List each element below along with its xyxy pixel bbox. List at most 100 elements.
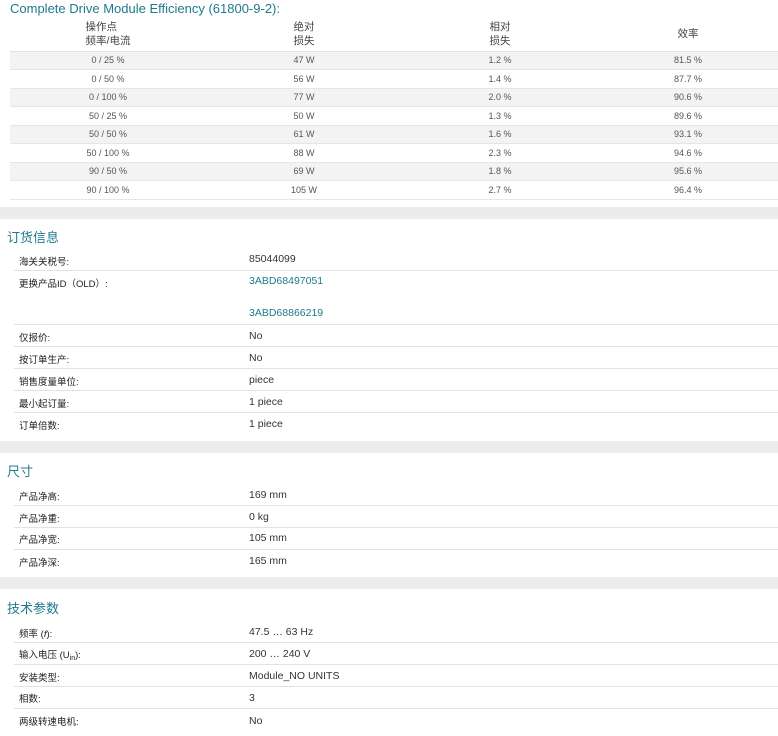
ordering-section: 订货信息 海关关税号: 85044099 更换产品ID（OLD）: 3ABD68… (0, 219, 778, 441)
width-row: 产品净宽: 105 mm (14, 528, 778, 550)
order-multiple-row: 订单倍数: 1 piece (14, 413, 778, 435)
technical-title: 技术参数 (7, 601, 60, 616)
order-multiple-value: 1 piece (249, 418, 283, 430)
operating-point-cell: 50 / 50 % (10, 125, 206, 144)
quote-only-value: No (249, 330, 263, 342)
header-absolute-loss: 绝对 损失 (206, 18, 402, 52)
relative-loss-cell: 1.3 % (402, 106, 598, 126)
dimensions-section: 尺寸 产品净高: 169 mm 产品净重: 0 kg 产品净宽: 105 mm … (0, 453, 778, 577)
replacement-link-1[interactable]: 3ABD68497051 (249, 275, 323, 287)
relative-loss-cell: 1.4 % (402, 69, 598, 89)
order-multiple-label: 订单倍数: (19, 421, 60, 432)
header-line1: 效率 (677, 28, 699, 41)
efficiency-cell: 81.5 % (598, 51, 778, 70)
height-label: 产品净高: (19, 492, 60, 503)
table-row: 0 / 100 % 77 W 2.0 % 90.6 % (10, 88, 778, 107)
uom-row: 销售度量单位: piece (14, 369, 778, 391)
phases-value: 3 (249, 692, 255, 704)
header-line2: 频率/电流 (85, 35, 131, 48)
operating-point-cell: 90 / 50 % (10, 162, 206, 181)
relative-loss-cell: 1.2 % (402, 51, 598, 70)
efficiency-panel: Complete Drive Module Efficiency (61800-… (0, 0, 778, 207)
voltage-value: 200 … 240 V (249, 648, 311, 660)
quote-only-label: 仅报价: (19, 333, 51, 344)
section-divider (0, 441, 778, 453)
height-value: 169 mm (249, 489, 287, 501)
operating-point-cell: 90 / 100 % (10, 180, 206, 200)
relative-loss-cell: 1.8 % (402, 162, 598, 181)
uom-value: piece (249, 374, 275, 386)
voltage-label-text: 输入电压 (U (19, 650, 70, 661)
customs-row: 海关关税号: 85044099 (14, 249, 778, 271)
absolute-loss-cell: 77 W (206, 88, 402, 107)
efficiency-cell: 96.4 % (598, 180, 778, 200)
height-row: 产品净高: 169 mm (14, 484, 778, 506)
header-line2: 损失 (293, 35, 315, 48)
uom-label: 销售度量单位: (19, 377, 79, 388)
table-row: 50 / 25 % 50 W 1.3 % 89.6 % (10, 106, 778, 126)
weight-row: 产品净重: 0 kg (14, 506, 778, 528)
replacement-link-2[interactable]: 3ABD68866219 (249, 307, 323, 319)
efficiency-cell: 87.7 % (598, 69, 778, 89)
header-line1: 操作点 (85, 21, 118, 34)
make-to-order-value: No (249, 352, 263, 364)
frequency-label: 频率 (f): (19, 626, 52, 640)
absolute-loss-cell: 47 W (206, 51, 402, 70)
absolute-loss-cell: 61 W (206, 125, 402, 144)
frequency-label-end: ): (46, 629, 53, 640)
table-row: 0 / 50 % 56 W 1.4 % 87.7 % (10, 69, 778, 89)
moq-label: 最小起订量: (19, 399, 70, 410)
efficiency-cell: 93.1 % (598, 125, 778, 144)
two-speed-value: No (249, 715, 263, 727)
operating-point-cell: 50 / 25 % (10, 106, 206, 126)
operating-point-cell: 50 / 100 % (10, 143, 206, 163)
table-row: 50 / 100 % 88 W 2.3 % 94.6 % (10, 143, 778, 163)
mounting-row: 安装类型: Module_NO UNITS (14, 665, 778, 687)
header-line2: 损失 (489, 35, 511, 48)
relative-loss-cell: 2.3 % (402, 143, 598, 163)
moq-row: 最小起订量: 1 piece (14, 391, 778, 413)
operating-point-cell: 0 / 50 % (10, 69, 206, 89)
customs-value: 85044099 (249, 253, 296, 265)
table-row: 50 / 50 % 61 W 1.6 % 93.1 % (10, 125, 778, 144)
efficiency-header-row: 操作点 频率/电流 绝对 损失 相对 损失 效率 (10, 18, 778, 52)
weight-value: 0 kg (249, 511, 269, 523)
voltage-label: 输入电压 (Uin): (19, 647, 81, 662)
make-to-order-row: 按订单生产: No (14, 347, 778, 369)
make-to-order-label: 按订单生产: (19, 355, 70, 366)
absolute-loss-cell: 56 W (206, 69, 402, 89)
width-label: 产品净宽: (19, 535, 60, 546)
efficiency-title: Complete Drive Module Efficiency (61800-… (10, 1, 280, 16)
header-relative-loss: 相对 损失 (402, 18, 598, 52)
voltage-label-end: ): (75, 650, 81, 661)
header-line1: 绝对 (293, 21, 315, 34)
operating-point-cell: 0 / 25 % (10, 51, 206, 70)
depth-value: 165 mm (249, 555, 287, 567)
mounting-value: Module_NO UNITS (249, 670, 340, 682)
efficiency-cell: 95.6 % (598, 162, 778, 181)
replacement-row: 更换产品ID（OLD）: 3ABD68497051 3ABD68866219 (14, 271, 778, 325)
frequency-label-text: 频率 ( (19, 629, 44, 640)
depth-row: 产品净深: 165 mm (14, 550, 778, 572)
replacement-label: 更换产品ID（OLD）: (19, 279, 108, 290)
relative-loss-cell: 1.6 % (402, 125, 598, 144)
width-value: 105 mm (249, 532, 287, 544)
efficiency-cell: 94.6 % (598, 143, 778, 163)
depth-label: 产品净深: (19, 558, 60, 569)
dimensions-title: 尺寸 (7, 464, 34, 479)
absolute-loss-cell: 50 W (206, 106, 402, 126)
table-row: 90 / 100 % 105 W 2.7 % 96.4 % (10, 180, 778, 200)
voltage-subscript: in (69, 655, 76, 662)
efficiency-cell: 89.6 % (598, 106, 778, 126)
technical-section: 技术参数 频率 (f): 47.5 … 63 Hz 输入电压 (Uin): 20… (0, 589, 778, 736)
relative-loss-cell: 2.7 % (402, 180, 598, 200)
frequency-value: 47.5 … 63 Hz (249, 626, 314, 638)
phases-row: 相数: 3 (14, 687, 778, 709)
table-row: 0 / 25 % 47 W 1.2 % 81.5 % (10, 51, 778, 70)
relative-loss-cell: 2.0 % (402, 88, 598, 107)
absolute-loss-cell: 69 W (206, 162, 402, 181)
phases-label: 相数: (19, 694, 41, 705)
mounting-label: 安装类型: (19, 673, 60, 684)
frequency-row: 频率 (f): 47.5 … 63 Hz (14, 621, 778, 643)
ordering-title: 订货信息 (7, 230, 60, 245)
